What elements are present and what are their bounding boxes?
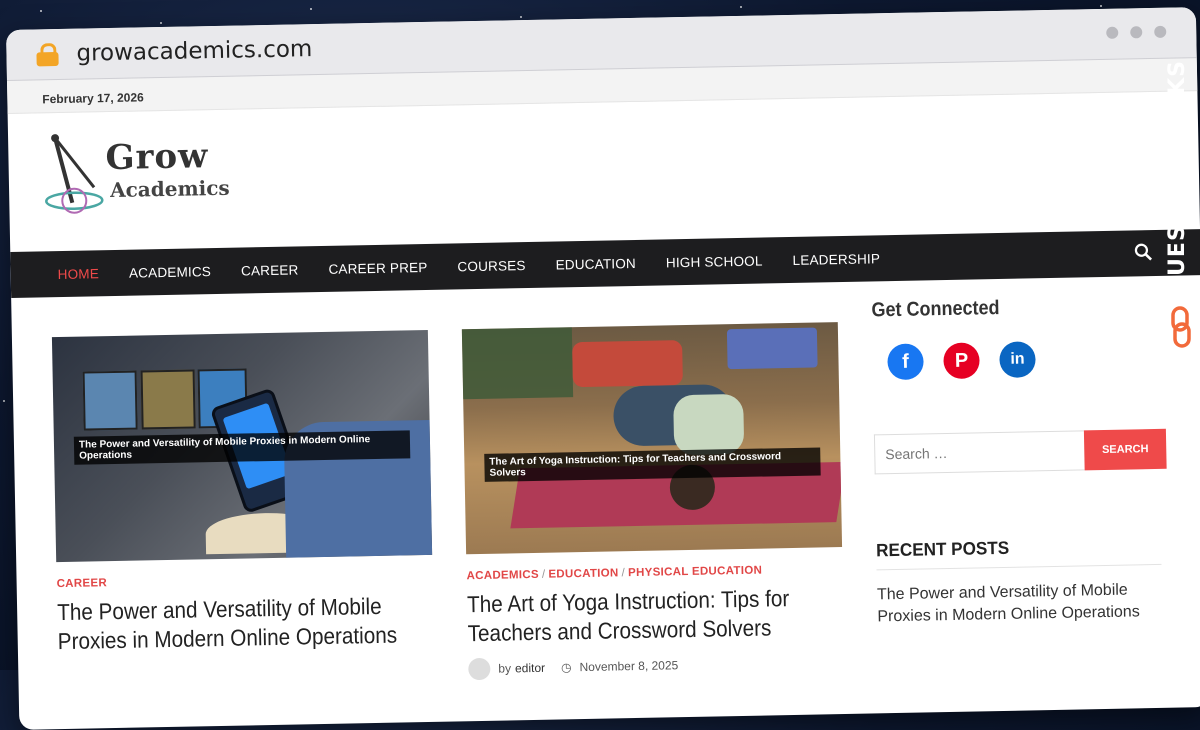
url-text[interactable]: growacademics.com [76, 36, 312, 67]
post-thumbnail[interactable]: The Power and Versatility of Mobile Prox… [51, 329, 433, 563]
post-thumbnail[interactable]: The Art of Yoga Instruction: Tips for Te… [461, 322, 843, 555]
category-link[interactable]: ACADEMICS [466, 569, 539, 582]
category-link[interactable]: PHYSICAL EDUCATION [628, 565, 762, 580]
post-meta: by editor ◷ November 8, 2025 [468, 651, 844, 681]
site-logo[interactable]: Grow Academics [43, 129, 265, 223]
current-date: February 17, 2026 [42, 90, 144, 107]
post-categories: ACADEMICS / EDUCATION / PHYSICAL EDUCATION [466, 564, 763, 583]
recent-post-link[interactable]: The Power and Versatility of Mobile Prox… [877, 579, 1178, 629]
logo-text-grow: Grow [105, 136, 209, 179]
author-prefix: by [498, 661, 512, 676]
compass-logo-icon [45, 134, 104, 214]
site-header: Grow Academics [8, 91, 1200, 252]
logo-text-academics: Academics [109, 175, 230, 203]
nav-career-prep[interactable]: CAREER PREP [313, 259, 442, 276]
nav-academics[interactable]: ACADEMICS [114, 263, 226, 281]
search-input[interactable] [873, 430, 1085, 475]
pinterest-icon[interactable]: P [943, 342, 980, 380]
link-chain-icon [1171, 306, 1191, 348]
window-dot[interactable] [1106, 26, 1119, 39]
author-name[interactable]: editor [515, 661, 545, 676]
nav-education[interactable]: EDUCATION [540, 255, 651, 272]
nav-courses[interactable]: COURSES [442, 257, 540, 274]
recent-posts-heading: RECENT POSTS [875, 534, 1162, 571]
window-dot[interactable] [1154, 25, 1167, 38]
search-button[interactable]: SEARCH [1083, 428, 1167, 471]
post-card: The Art of Yoga Instruction: Tips for Te… [461, 322, 846, 681]
post-categories: CAREER [57, 571, 433, 590]
nav-leadership[interactable]: LEADERSHIP [777, 250, 895, 268]
main-content: The Power and Versatility of Mobile Prox… [11, 275, 1200, 718]
facebook-icon[interactable]: f [887, 343, 924, 381]
post-date: November 8, 2025 [579, 658, 679, 675]
lock-icon [36, 43, 59, 67]
window-controls [1106, 25, 1167, 39]
nav-home[interactable]: HOME [43, 265, 115, 282]
linkedin-icon[interactable]: in [999, 341, 1036, 378]
sidebar-search: SEARCH [873, 428, 1175, 475]
post-title[interactable]: The Power and Versatility of Mobile Prox… [57, 591, 436, 656]
post-card: The Power and Versatility of Mobile Prox… [51, 329, 436, 656]
sidebar: Get Connected f P in SEARCH RECENT POSTS… [871, 294, 1177, 629]
author-avatar [468, 657, 491, 681]
category-link[interactable]: CAREER [57, 577, 108, 590]
nav-career[interactable]: CAREER [226, 262, 314, 279]
social-links: f P in [887, 339, 1173, 381]
clock-icon: ◷ [560, 660, 572, 675]
category-link[interactable]: EDUCATION [548, 567, 618, 580]
guestpostlinks-watermark: GUESTPOSTLINKS [1165, 60, 1190, 295]
nav-high-school[interactable]: HIGH SCHOOL [651, 253, 778, 270]
post-title[interactable]: The Art of Yoga Instruction: Tips for Te… [467, 583, 846, 648]
window-dot[interactable] [1130, 26, 1143, 39]
search-icon[interactable] [1134, 243, 1153, 261]
sidebar-heading: Get Connected [871, 296, 1000, 322]
browser-window: growacademics.com February 17, 2026 Grow… [6, 7, 1200, 730]
